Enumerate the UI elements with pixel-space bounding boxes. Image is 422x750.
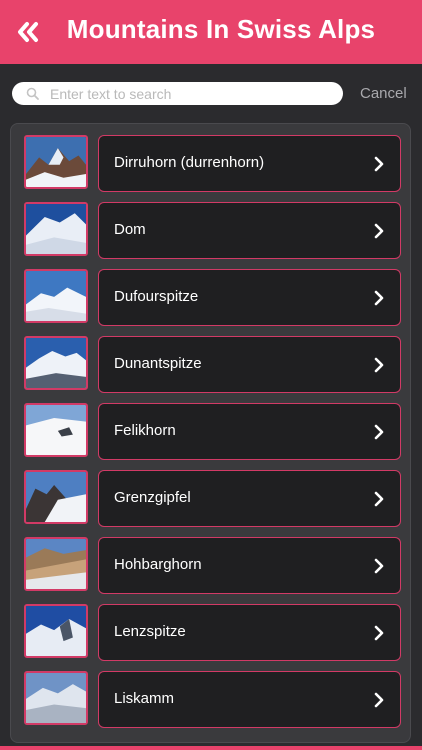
list-item-label: Hohbarghorn	[114, 556, 202, 573]
list-item[interactable]: Dirruhorn (durrenhorn)	[11, 135, 412, 192]
list-item-label: Dirruhorn (durrenhorn)	[114, 154, 265, 171]
search-icon	[26, 87, 39, 100]
mountain-thumbnail	[24, 470, 88, 524]
mountain-thumbnail	[24, 269, 88, 323]
mountain-thumbnail	[24, 336, 88, 390]
list-item[interactable]: Grenzgipfel	[11, 470, 412, 527]
mountain-thumbnail	[24, 604, 88, 658]
list-item-card[interactable]: Grenzgipfel	[98, 470, 401, 527]
mountain-thumbnail	[24, 135, 88, 189]
list-item-card[interactable]: Dufourspitze	[98, 269, 401, 326]
list-item[interactable]: Hohbarghorn	[11, 537, 412, 594]
list-item-card[interactable]: Hohbarghorn	[98, 537, 401, 594]
chevron-right-icon	[374, 625, 384, 641]
list-item-label: Dufourspitze	[114, 288, 199, 305]
chevron-right-icon	[374, 424, 384, 440]
list-item-label: Lenzspitze	[114, 623, 186, 640]
list-item-label: Dunantspitze	[114, 355, 202, 372]
list-item-card[interactable]: Lenzspitze	[98, 604, 401, 661]
mountain-list: Dirruhorn (durrenhorn) Dom Dufourspitze …	[10, 123, 411, 743]
page-title: Mountains In Swiss Alps	[66, 14, 376, 44]
app-header: Mountains In Swiss Alps	[0, 0, 422, 64]
list-item-card[interactable]: Dunantspitze	[98, 336, 401, 393]
list-item-card[interactable]: Dom	[98, 202, 401, 259]
mountain-thumbnail	[24, 403, 88, 457]
chevron-right-icon	[374, 290, 384, 306]
list-item[interactable]: Dom	[11, 202, 412, 259]
list-item[interactable]: Lenzspitze	[11, 604, 412, 661]
chevron-right-icon	[374, 692, 384, 708]
mountain-thumbnail	[24, 537, 88, 591]
list-item-card[interactable]: Liskamm	[98, 671, 401, 728]
list-item[interactable]: Liskamm	[11, 671, 412, 728]
cancel-button[interactable]: Cancel	[360, 85, 407, 102]
list-item[interactable]: Dufourspitze	[11, 269, 412, 326]
list-item-label: Dom	[114, 221, 146, 238]
mountain-thumbnail	[24, 671, 88, 725]
chevron-right-icon	[374, 223, 384, 239]
search-bar[interactable]	[12, 82, 343, 105]
chevron-right-icon	[374, 156, 384, 172]
list-item[interactable]: Felikhorn	[11, 403, 412, 460]
list-item-label: Felikhorn	[114, 422, 176, 439]
list-item-card[interactable]: Dirruhorn (durrenhorn)	[98, 135, 401, 192]
list-item[interactable]: Dunantspitze	[11, 336, 412, 393]
search-input[interactable]	[50, 84, 330, 103]
list-item-card[interactable]: Felikhorn	[98, 403, 401, 460]
list-item-label: Liskamm	[114, 690, 175, 707]
chevron-right-icon	[374, 357, 384, 373]
mountain-thumbnail	[24, 202, 88, 256]
list-item-label: Grenzgipfel	[114, 489, 191, 506]
chevron-right-icon	[374, 558, 384, 574]
chevron-right-icon	[374, 491, 384, 507]
bottom-accent-bar	[0, 746, 422, 750]
